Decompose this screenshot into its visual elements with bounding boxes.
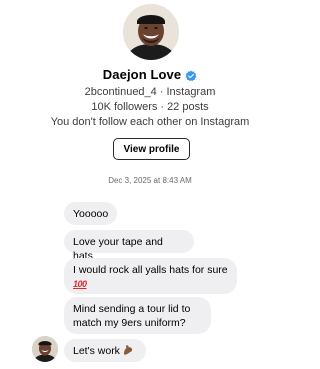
message-text: Yooooo [73,208,109,220]
message-bubble[interactable]: Let's work [64,339,146,362]
message-bubble[interactable]: Mind sending a tour lid to match my 9ers… [64,297,211,334]
sender-photo [32,336,58,362]
message-text: Mind sending a tour lid to match my 9ers… [73,303,191,329]
hundred-points-icon: 100 [73,279,87,289]
message-text: I would rock all yalls hats for sure [73,264,228,276]
message-thread: Yooooo Love your tape and hats I would r… [0,0,300,369]
message-bubble[interactable]: I would rock all yalls hats for sure 100 [64,258,237,294]
flexed-biceps-icon [122,344,134,356]
message-bubble[interactable]: Yooooo [64,202,117,225]
message-text: Let's work [73,345,120,357]
sender-avatar[interactable] [32,336,58,362]
message-bubble[interactable]: Love your tape and hats [64,230,194,262]
